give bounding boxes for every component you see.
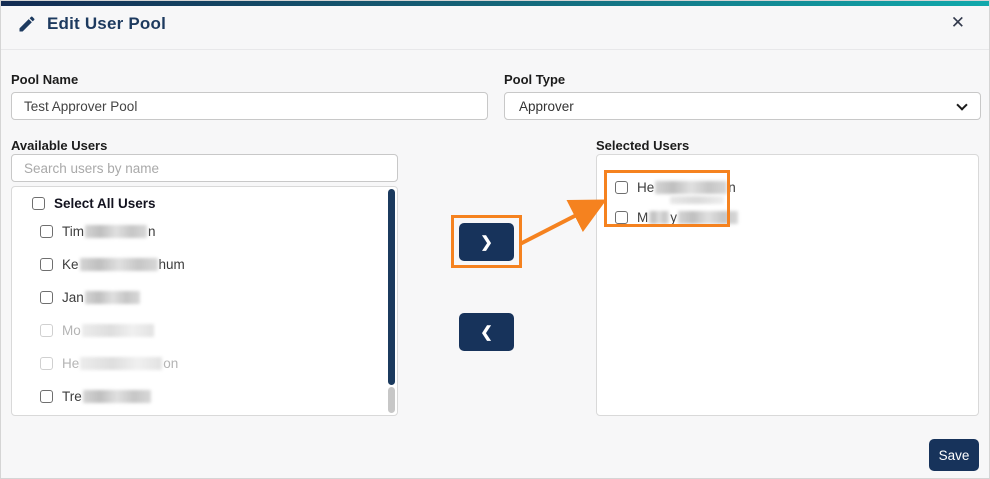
user-row[interactable]: Tim n: [40, 215, 383, 248]
pool-name-label: Pool Name: [11, 72, 79, 87]
user-name: Tim n: [62, 224, 156, 239]
pool-type-label: Pool Type: [504, 72, 566, 87]
user-name: My: [637, 210, 739, 225]
dialog-header: Edit User Pool: [17, 14, 166, 34]
pool-name-input[interactable]: [11, 92, 488, 120]
user-checkbox[interactable]: [615, 180, 628, 194]
selected-users-label: Selected Users: [596, 138, 690, 153]
selected-rows: He n My: [615, 172, 968, 232]
selected-users-list: He n My: [596, 154, 979, 416]
user-row[interactable]: Ke hum: [40, 248, 383, 281]
available-users-list: Select All Users Tim n Ke hum Jan Mo He on Tre: [11, 186, 398, 416]
select-all-label: Select All Users: [54, 195, 156, 211]
user-checkbox[interactable]: [40, 390, 53, 403]
user-checkbox: [40, 324, 53, 337]
move-left-button[interactable]: ❮: [459, 313, 514, 351]
close-icon[interactable]: ✕: [951, 14, 965, 31]
scrollbar-thumb[interactable]: [388, 189, 395, 385]
available-users-label: Available Users: [11, 138, 108, 153]
redacted-name-segment: [85, 225, 147, 238]
redacted-name-segment: [649, 210, 670, 224]
user-name: Ke hum: [62, 257, 185, 272]
user-name: He on: [62, 356, 179, 371]
accent-gradient-bar: [1, 1, 989, 6]
chevron-down-icon: [956, 99, 968, 111]
user-row[interactable]: He n: [615, 172, 968, 204]
redacted-name-segment: [81, 324, 154, 337]
redacted-name-segment: [670, 195, 724, 204]
dialog-title: Edit User Pool: [47, 14, 166, 33]
pool-type-value: Approver: [519, 98, 574, 114]
redacted-name-segment: [84, 291, 140, 304]
user-checkbox[interactable]: [615, 210, 628, 224]
select-all-checkbox[interactable]: [32, 196, 45, 210]
available-rows: Select All Users Tim n Ke hum Jan Mo He on Tre: [32, 191, 383, 413]
user-row: Mo: [40, 314, 383, 347]
user-checkbox[interactable]: [40, 225, 53, 238]
user-checkbox[interactable]: [40, 291, 53, 304]
redacted-name-segment: [655, 180, 728, 194]
user-row: He on: [40, 347, 383, 380]
user-name: Jan: [62, 290, 141, 305]
user-search-input[interactable]: [11, 154, 398, 182]
user-name: He n: [637, 180, 736, 204]
edit-user-pool-dialog: Edit User Pool ✕ Pool Name Pool Type App…: [0, 0, 990, 479]
user-name: Tre: [62, 389, 152, 404]
scrollbar-track[interactable]: [388, 387, 395, 413]
pool-type-select[interactable]: Approver: [504, 92, 981, 120]
redacted-name-segment: [82, 390, 151, 403]
user-name: Mo: [62, 323, 155, 338]
pencil-edit-icon: [19, 16, 35, 32]
header-divider: [1, 49, 989, 50]
user-row[interactable]: Tre: [40, 380, 383, 413]
user-row[interactable]: Jan: [40, 281, 383, 314]
user-checkbox[interactable]: [40, 258, 53, 271]
redacted-name-segment: [79, 258, 158, 271]
move-right-button[interactable]: ❯: [459, 223, 514, 261]
user-row[interactable]: My: [615, 202, 968, 232]
redacted-name-segment: [678, 210, 738, 224]
select-all-row[interactable]: Select All Users: [32, 191, 383, 215]
save-button[interactable]: Save: [929, 439, 979, 471]
user-checkbox: [40, 357, 53, 370]
redacted-name-segment: [80, 357, 163, 370]
